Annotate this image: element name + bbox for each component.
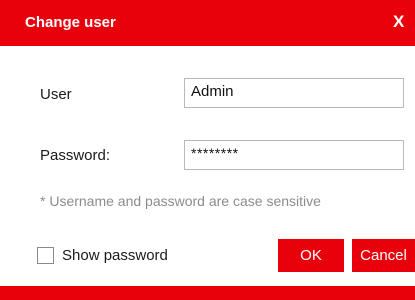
password-label: Password: <box>40 147 111 164</box>
cancel-button[interactable]: Cancel <box>352 239 415 272</box>
dialog-title: Change user <box>25 14 116 31</box>
change-user-dialog: Change user X User Password: * Username … <box>0 0 415 300</box>
dialog-footer-bar <box>0 286 415 300</box>
close-icon[interactable]: X <box>393 9 415 35</box>
user-input[interactable] <box>184 78 404 108</box>
user-label: User <box>40 86 72 103</box>
password-input[interactable] <box>184 140 404 170</box>
show-password-label[interactable]: Show password <box>62 246 168 266</box>
dialog-titlebar: Change user X <box>0 0 415 46</box>
ok-button[interactable]: OK <box>278 239 344 272</box>
case-sensitive-note: * Username and password are case sensiti… <box>40 193 321 209</box>
show-password-checkbox[interactable] <box>37 247 54 264</box>
